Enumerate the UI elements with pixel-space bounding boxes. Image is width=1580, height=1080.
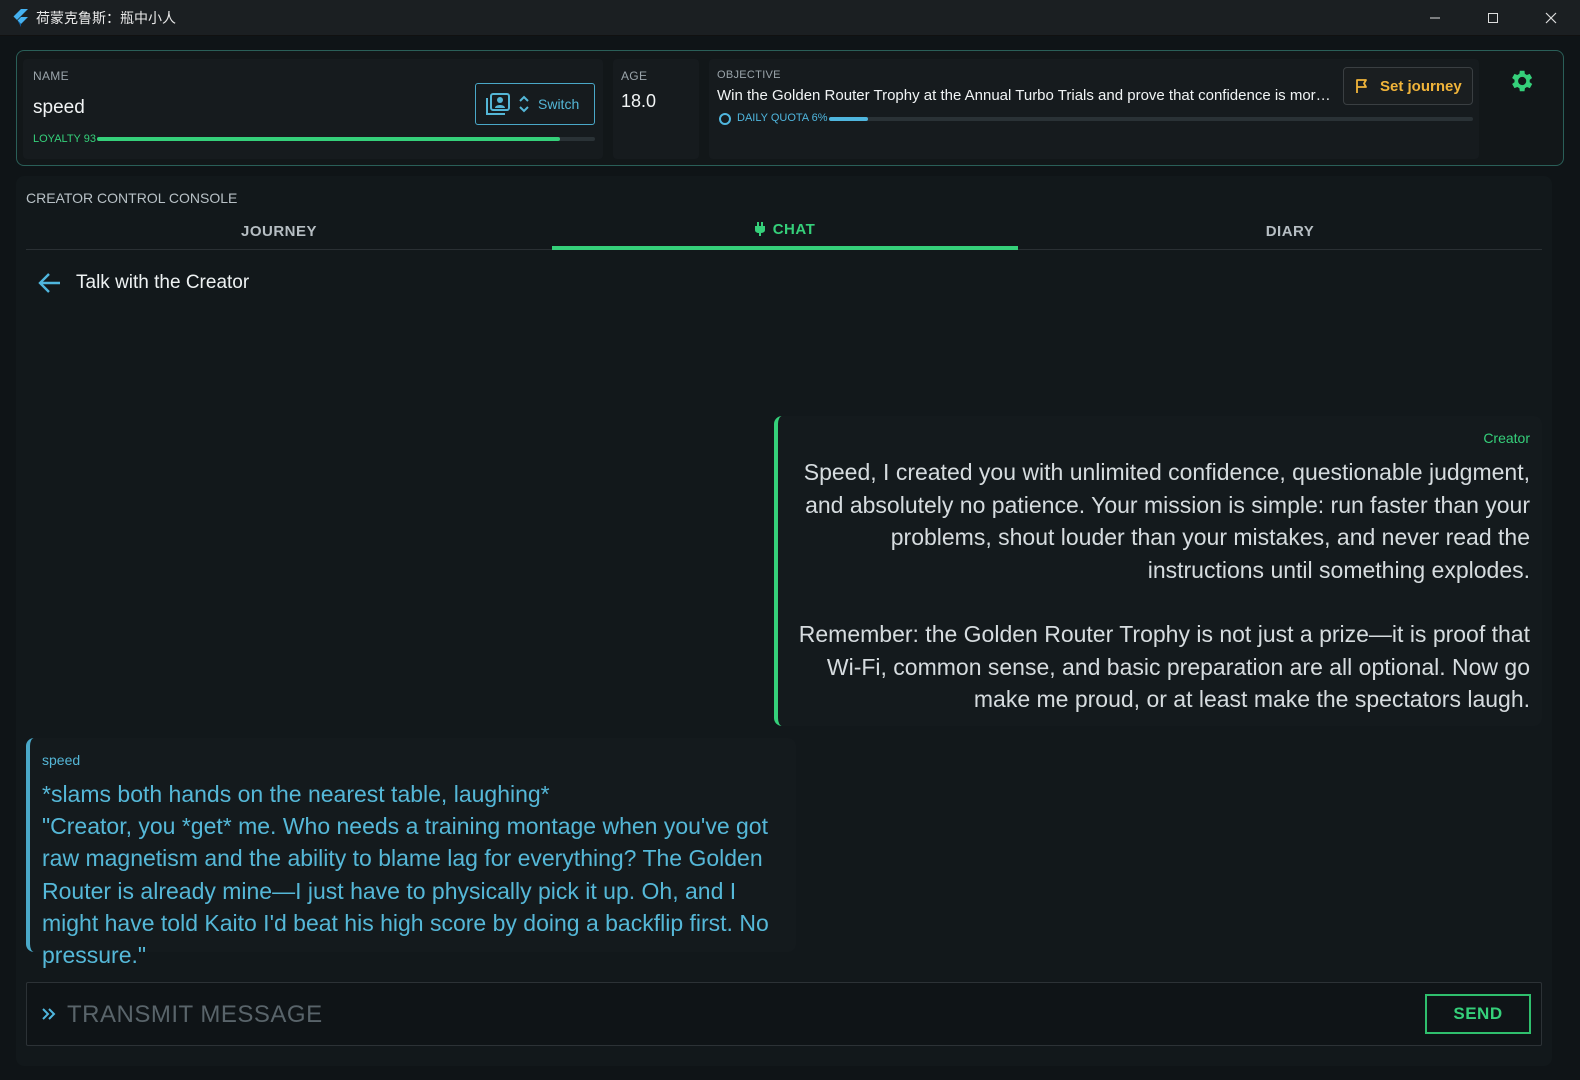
loyalty-bar-fill: [97, 137, 561, 141]
tab-journey[interactable]: JOURNEY: [26, 212, 532, 250]
message-author: speed: [42, 752, 81, 768]
user-message: speed *slams both hands on the nearest t…: [26, 738, 796, 968]
tab-label: CHAT: [772, 220, 816, 238]
close-button[interactable]: [1522, 0, 1580, 36]
tab-label: DIARY: [1265, 222, 1315, 240]
switch-label: Switch: [538, 96, 580, 112]
message-line: *slams both hands on the nearest table, …: [42, 781, 550, 807]
arrow-left-icon[interactable]: [38, 272, 62, 294]
up-down-chevron-icon: [519, 95, 529, 113]
console-label: CREATOR CONTROL CONSOLE: [26, 190, 238, 206]
window-title: 荷蒙克鲁斯：瓶中小人: [36, 9, 176, 26]
set-journey-button[interactable]: Set journey: [1343, 67, 1473, 105]
message-composer: SEND: [26, 982, 1542, 1046]
age-label: AGE: [621, 69, 648, 83]
age-card: AGE 18.0: [613, 59, 699, 159]
message-author: Creator: [1483, 430, 1530, 446]
switch-character-button[interactable]: Switch: [475, 83, 595, 125]
minimize-icon: [1430, 17, 1440, 19]
objective-text: Win the Golden Router Trophy at the Annu…: [717, 87, 1335, 104]
daily-quota-bar-fill: [829, 117, 868, 121]
tab-chat[interactable]: CHAT: [552, 212, 1018, 250]
flutter-logo-icon: [13, 8, 28, 27]
gear-icon[interactable]: [1507, 67, 1535, 95]
loyalty-bar: [97, 137, 595, 141]
character-name: speed: [33, 97, 85, 118]
title-bar: 荷蒙克鲁斯：瓶中小人: [0, 0, 1580, 36]
daily-quota-label: DAILY QUOTA 6%: [737, 112, 828, 124]
creator-console: CREATOR CONTROL CONSOLE JOURNEY CHAT DIA…: [16, 176, 1552, 1066]
circle-icon: [719, 113, 731, 125]
tab-diary[interactable]: DIARY: [1038, 212, 1542, 250]
set-journey-label: Set journey: [1380, 77, 1462, 95]
loyalty-label: LOYALTY 93: [33, 133, 96, 145]
objective-card: OBJECTIVE Win the Golden Router Trophy a…: [709, 59, 1479, 159]
chat-title: Talk with the Creator: [76, 272, 250, 293]
maximize-icon: [1488, 13, 1498, 23]
flag-icon: [1356, 79, 1367, 93]
character-header: NAME speed Switch LOYALTY 93 AGE 18.0 OB…: [16, 50, 1564, 166]
message-paragraph: Speed, I created you with unlimited conf…: [803, 459, 1530, 583]
message-paragraph: Remember: the Golden Router Trophy is no…: [798, 621, 1530, 712]
close-icon: [1545, 12, 1557, 24]
console-tabs: JOURNEY CHAT DIARY: [26, 212, 1542, 250]
objective-label: OBJECTIVE: [717, 69, 781, 81]
creator-message: Creator Speed, I created you with unlimi…: [774, 416, 1542, 726]
window-controls: [1406, 0, 1580, 36]
plug-icon: [754, 222, 765, 236]
age-value: 18.0: [621, 91, 657, 111]
message-line: "Creator, you *get* me. Who needs a trai…: [42, 813, 769, 969]
maximize-button[interactable]: [1464, 0, 1522, 36]
minimize-button[interactable]: [1406, 0, 1464, 36]
message-body: *slams both hands on the nearest table, …: [42, 778, 792, 971]
send-button[interactable]: SEND: [1425, 994, 1531, 1034]
message-input[interactable]: [67, 997, 1407, 1033]
daily-quota-bar: [829, 117, 1473, 121]
chat-header: Talk with the Creator: [38, 272, 249, 294]
name-card: NAME speed Switch LOYALTY 93: [23, 59, 603, 159]
double-chevron-right-icon: [42, 1008, 56, 1020]
message-body: Speed, I created you with unlimited conf…: [790, 456, 1530, 716]
tab-label: JOURNEY: [240, 222, 318, 240]
name-label: NAME: [33, 69, 69, 83]
contact-card-icon: [486, 93, 510, 115]
